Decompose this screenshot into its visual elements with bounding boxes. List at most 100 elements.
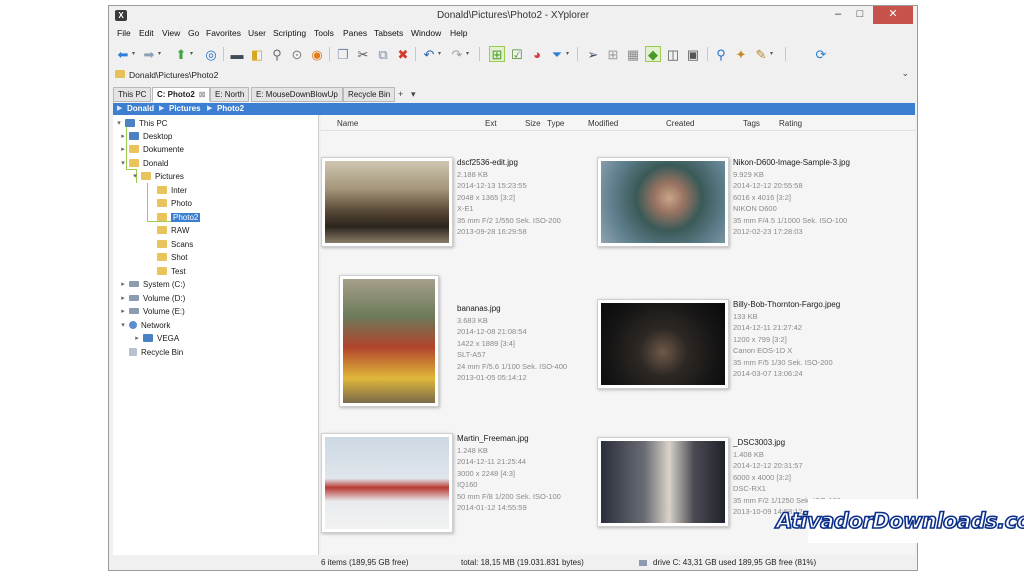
breadcrumb-pictures[interactable]: Pictures xyxy=(169,104,201,113)
list-item[interactable]: Billy-Bob-Thornton-Fargo.jpeg 133 KB 201… xyxy=(597,299,867,419)
minimize-button[interactable]: – xyxy=(827,6,849,24)
script-icon[interactable]: ◉ xyxy=(309,46,325,62)
tree-node-volume-d[interactable]: ▸ Volume (D:) xyxy=(119,292,185,304)
tree-node-dokumente[interactable]: ▸ Dokumente xyxy=(119,143,184,155)
thumbnail[interactable] xyxy=(321,433,453,533)
search-magnifier-icon[interactable]: ⚲ xyxy=(269,46,285,62)
breadcrumb-photo2[interactable]: Photo2 xyxy=(217,104,244,113)
copy-icon[interactable]: ⧉ xyxy=(375,46,391,62)
menu-user[interactable]: User xyxy=(248,28,266,38)
tree-node-desktop[interactable]: ▸ Desktop xyxy=(119,130,172,142)
tab-recycle-bin[interactable]: Recycle Bin xyxy=(343,87,396,102)
thumbnail[interactable] xyxy=(339,275,439,407)
back-arrow-icon[interactable]: ⬅ xyxy=(115,46,131,62)
undo-dropdown-icon[interactable]: ▾ xyxy=(438,50,441,57)
dual-pane-icon[interactable]: ◫ xyxy=(665,46,681,62)
tag-icon[interactable]: ◆ xyxy=(645,46,661,62)
menu-edit[interactable]: Edit xyxy=(139,28,154,38)
tree-node-photo2[interactable]: Photo2 xyxy=(147,211,201,223)
refresh-icon[interactable]: ⟳ xyxy=(813,46,829,62)
thumbnail[interactable] xyxy=(597,157,729,247)
tree-node-donald[interactable]: ▾ Donald xyxy=(119,157,168,169)
tree-node-vega[interactable]: ▸ VEGA xyxy=(133,332,179,344)
column-created[interactable]: Created xyxy=(666,119,694,128)
tree-toggle-icon[interactable]: ⊞ xyxy=(489,46,505,62)
brush-icon[interactable]: ✎ xyxy=(753,46,769,62)
thumbnails-icon[interactable]: ⊞ xyxy=(605,46,621,62)
filter-icon[interactable]: ⏷ xyxy=(549,46,565,62)
tab-c-photo2[interactable]: C: Photo2 ⊠ xyxy=(152,87,211,102)
checkbox-icon[interactable]: ☑ xyxy=(509,46,525,62)
tab-this-pc[interactable]: This PC xyxy=(113,87,152,102)
collapse-icon[interactable]: ▾ xyxy=(131,172,139,180)
expand-icon[interactable]: ▸ xyxy=(119,307,127,315)
list-item[interactable]: Martin_Freeman.jpg 1.248 KB 2014-12-11 2… xyxy=(321,433,591,553)
delete-icon[interactable]: ✖ xyxy=(395,46,411,62)
pane-one-icon[interactable]: ▣ xyxy=(685,46,701,62)
tree-node-volume-e[interactable]: ▸ Volume (E:) xyxy=(119,305,185,317)
menu-window[interactable]: Window xyxy=(411,28,441,38)
add-tab-button[interactable]: + xyxy=(398,89,403,99)
breadcrumb-donald[interactable]: Donald xyxy=(127,104,154,113)
thumbnail[interactable] xyxy=(321,157,453,247)
tree-node-inter[interactable]: Inter xyxy=(147,184,187,196)
column-type[interactable]: Type xyxy=(547,119,564,128)
find-files-icon[interactable]: ◧ xyxy=(249,46,265,62)
tab-e-mousedownblowup[interactable]: E: MouseDownBlowUp xyxy=(251,87,343,102)
list-item[interactable]: Nikon-D600-Image-Sample-3.jpg 9.929 KB 2… xyxy=(597,157,867,277)
play-icon[interactable]: ⊙ xyxy=(289,46,305,62)
tree-node-this-pc[interactable]: ▾ This PC xyxy=(115,117,167,129)
expand-icon[interactable]: ▸ xyxy=(119,132,127,140)
expand-icon[interactable]: ▸ xyxy=(119,294,127,302)
up-arrow-icon[interactable]: ⬆ xyxy=(173,46,189,62)
catalog-icon[interactable]: ▦ xyxy=(625,46,641,62)
expand-icon[interactable]: ▸ xyxy=(133,334,141,342)
tree-node-system-c[interactable]: ▸ System (C:) xyxy=(119,278,185,290)
tree-node-pictures[interactable]: ▾ Pictures xyxy=(131,170,184,182)
list-item[interactable]: bananas.jpg 3.683 KB 2014-12-08 21:08:54… xyxy=(321,275,591,407)
computer-icon[interactable]: ▬ xyxy=(229,46,245,62)
menu-panes[interactable]: Panes xyxy=(343,28,367,38)
menu-tabsets[interactable]: Tabsets xyxy=(374,28,403,38)
brush-dropdown-icon[interactable]: ▾ xyxy=(770,50,773,57)
tree-node-raw[interactable]: RAW xyxy=(147,224,189,236)
tree-node-test[interactable]: Test xyxy=(147,265,186,277)
menu-tools[interactable]: Tools xyxy=(314,28,334,38)
column-size[interactable]: Size xyxy=(525,119,541,128)
thumbnail[interactable] xyxy=(597,299,729,389)
tree-node-scans[interactable]: Scans xyxy=(147,238,193,250)
tree-node-recycle-bin[interactable]: Recycle Bin xyxy=(119,346,183,358)
target-icon[interactable]: ◎ xyxy=(203,46,219,62)
menu-favorites[interactable]: Favorites xyxy=(206,28,241,38)
redo-dropdown-icon[interactable]: ▾ xyxy=(466,50,469,57)
tools-icon[interactable]: ✦ xyxy=(733,46,749,62)
menu-view[interactable]: View xyxy=(162,28,180,38)
collapse-icon[interactable]: ▾ xyxy=(119,321,127,329)
expand-icon[interactable]: ▸ xyxy=(119,145,127,153)
pie-chart-icon[interactable]: ◕ xyxy=(529,46,545,62)
up-dropdown-icon[interactable]: ▾ xyxy=(190,50,193,57)
back-dropdown-icon[interactable]: ▾ xyxy=(132,50,135,57)
column-ext[interactable]: Ext xyxy=(485,119,497,128)
filter-dropdown-icon[interactable]: ▾ xyxy=(566,50,569,57)
menu-help[interactable]: Help xyxy=(450,28,467,38)
menu-file[interactable]: File xyxy=(117,28,131,38)
menu-go[interactable]: Go xyxy=(188,28,199,38)
tab-close-icon[interactable]: ⊠ xyxy=(199,90,206,99)
column-name[interactable]: Name xyxy=(337,119,358,128)
tab-list-dropdown[interactable]: ▾ xyxy=(411,89,416,100)
close-button[interactable]: ✕ xyxy=(873,6,913,24)
copy-path-icon[interactable]: ❐ xyxy=(335,46,351,62)
tree-node-network[interactable]: ▾ Network xyxy=(119,319,170,331)
chevron-down-icon[interactable]: ⌄ xyxy=(901,68,909,79)
address-path[interactable]: Donald\Pictures\Photo2 xyxy=(129,70,218,80)
tab-e-north[interactable]: E: North xyxy=(210,87,250,102)
forward-arrow-icon[interactable]: ➡ xyxy=(141,46,157,62)
redo-icon[interactable]: ↷ xyxy=(449,46,465,62)
address-bar[interactable]: Donald\Pictures\Photo2 ⌄ xyxy=(113,67,913,83)
collapse-icon[interactable]: ▾ xyxy=(119,159,127,167)
column-tags[interactable]: Tags xyxy=(743,119,760,128)
column-modified[interactable]: Modified xyxy=(588,119,618,128)
expand-icon[interactable]: ▸ xyxy=(119,280,127,288)
column-rating[interactable]: Rating xyxy=(779,119,802,128)
